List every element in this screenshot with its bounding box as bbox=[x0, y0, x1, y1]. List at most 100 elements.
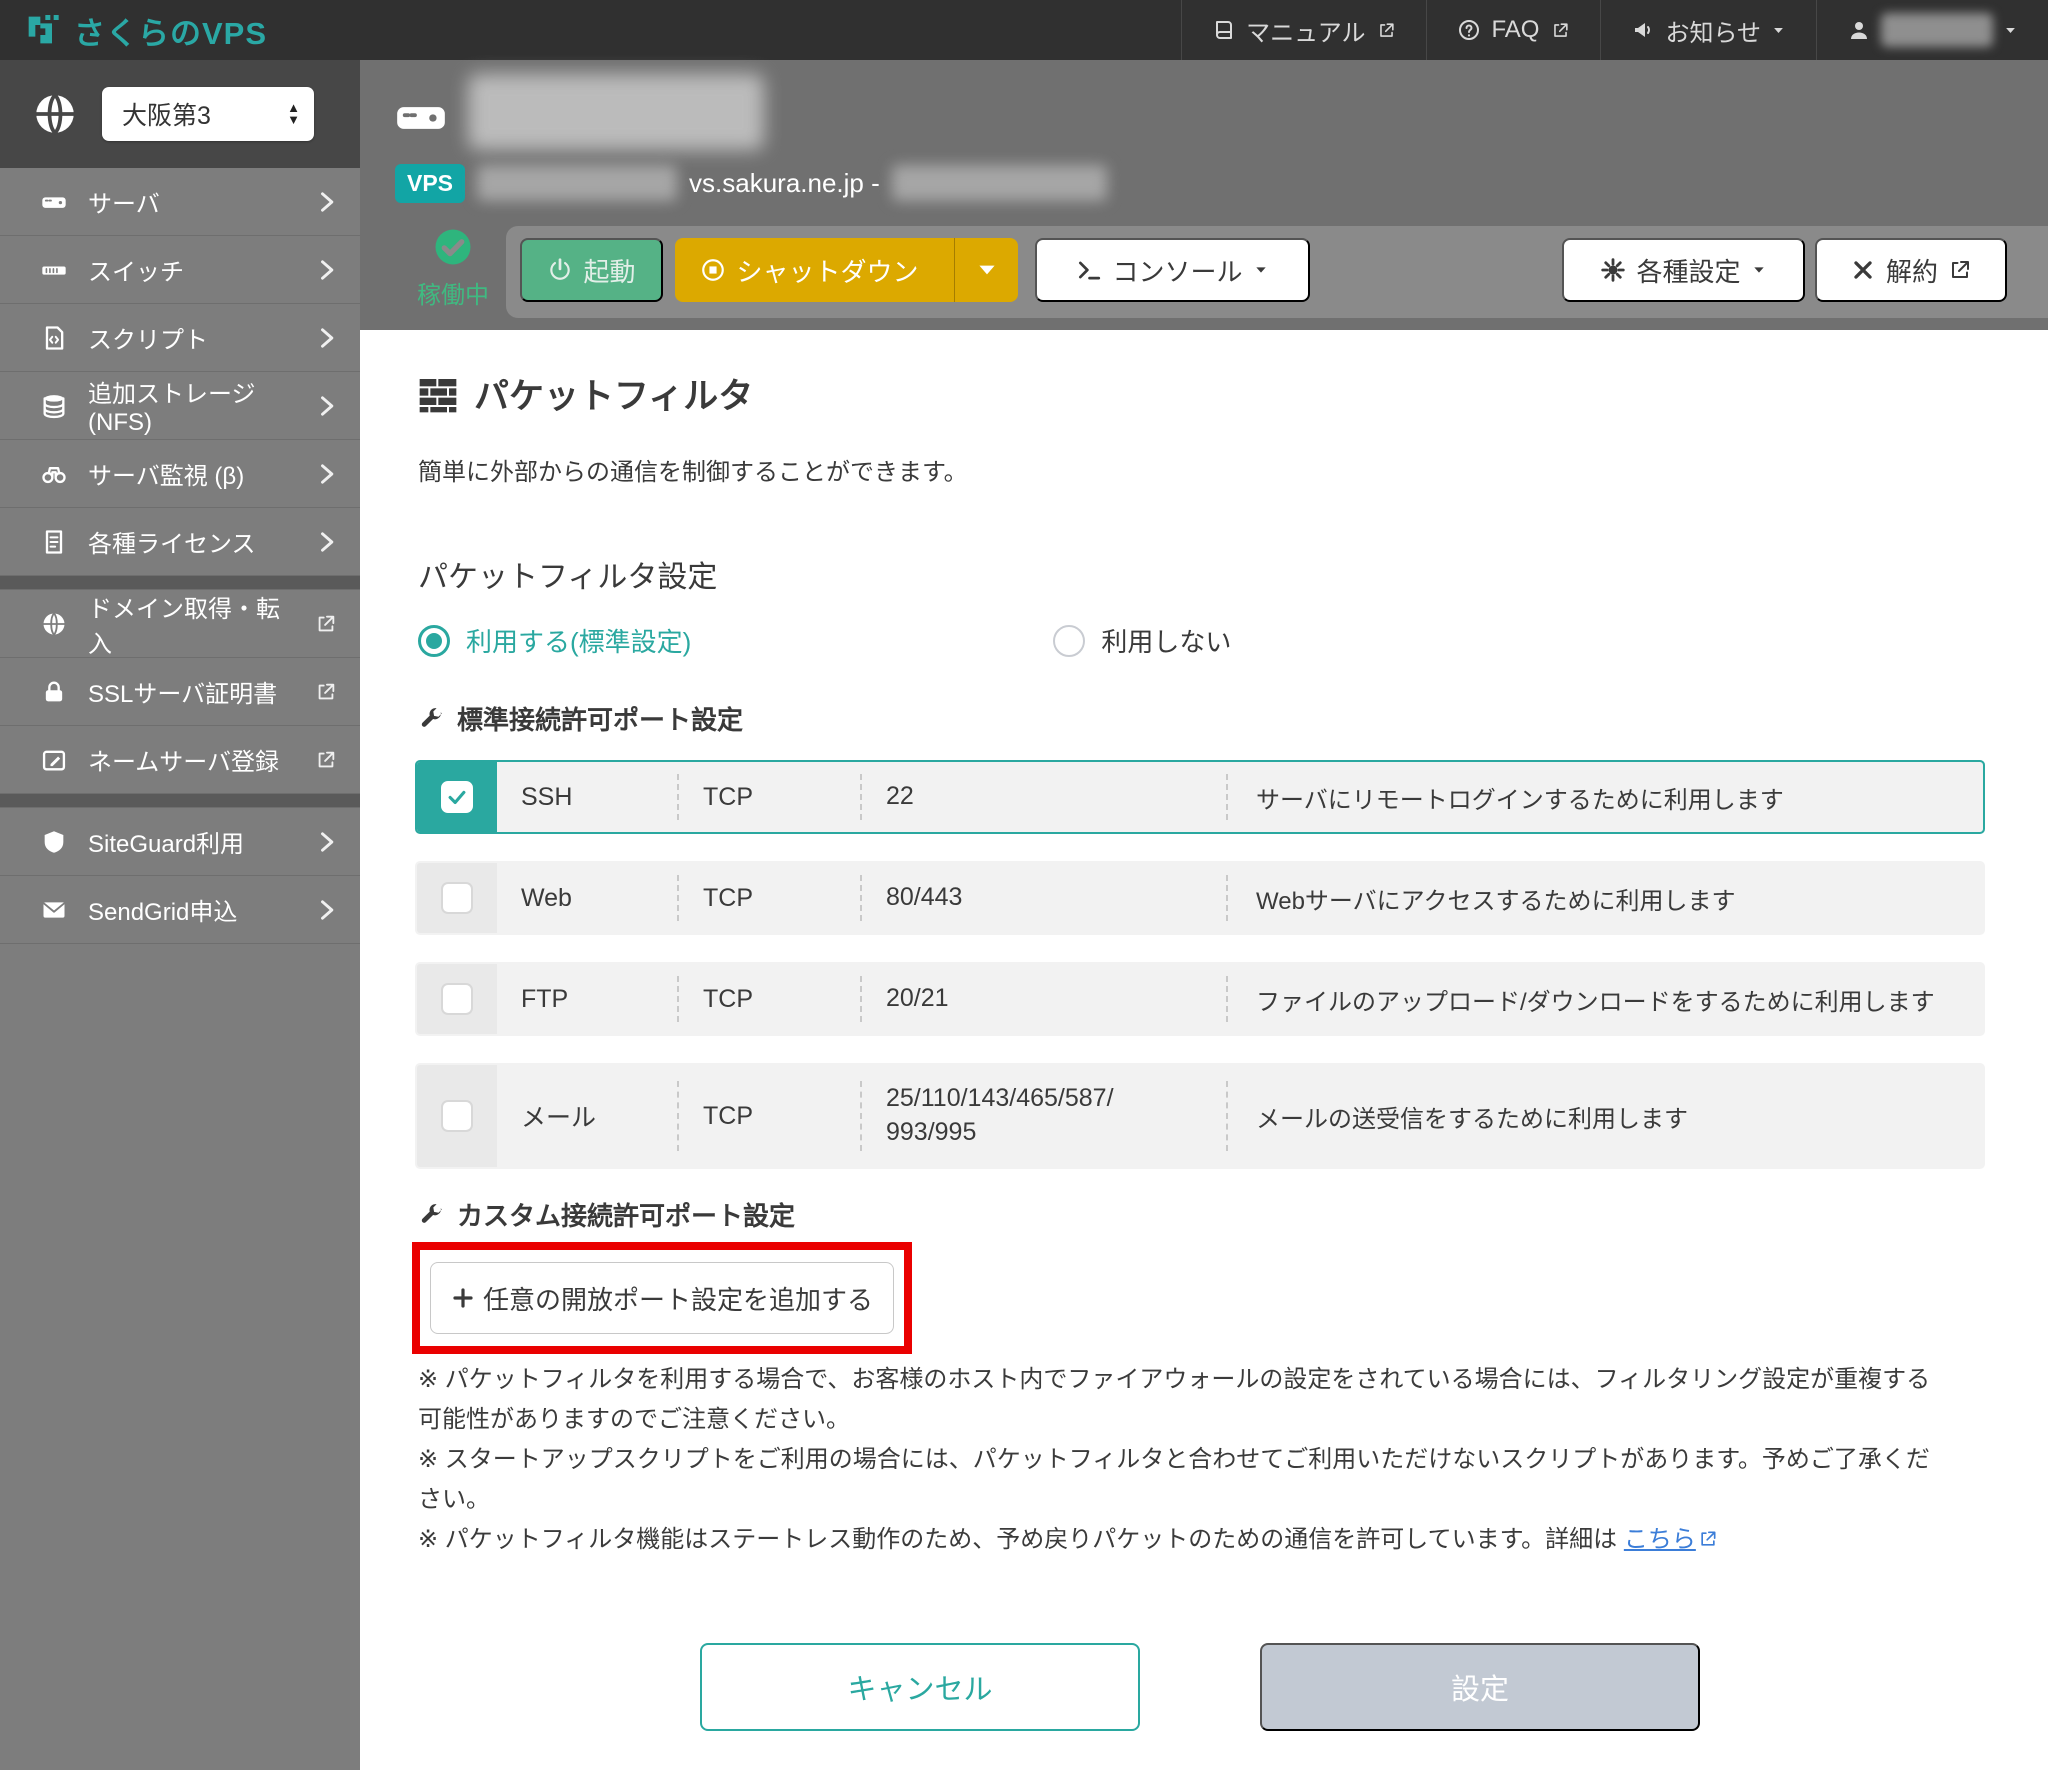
power-icon bbox=[547, 257, 573, 283]
sidebar-item-label: SSLサーバ証明書 bbox=[88, 674, 292, 709]
sidebar-item-サーバ監視 (β)[interactable]: サーバ監視 (β) bbox=[0, 440, 360, 508]
port-checkbox-cell bbox=[417, 1065, 497, 1167]
header-menu-manual[interactable]: マニュアル bbox=[1181, 0, 1426, 60]
shutdown-button-group: シャットダウン bbox=[675, 238, 1018, 302]
port-protocol: TCP bbox=[677, 964, 860, 1034]
vps-badge: VPS bbox=[395, 164, 465, 203]
server-status: 稼働中 bbox=[408, 226, 498, 310]
header-menu-label: お知らせ bbox=[1665, 13, 1761, 48]
caret-down-icon bbox=[974, 257, 1000, 283]
port-protocol: TCP bbox=[677, 1065, 860, 1167]
port-row-SSH[interactable]: SSHTCP22サーバにリモートログインするために利用します bbox=[415, 760, 1985, 834]
top-header: さくらのVPS マニュアル FAQ お知らせ bbox=[0, 0, 2048, 60]
user-icon bbox=[1847, 18, 1871, 42]
server-header-band: VPS vs.sakura.ne.jp - 稼働中 起動 シャットダウン bbox=[360, 60, 2048, 330]
sakura-vps-console: さくらのVPS マニュアル FAQ お知らせ 大阪第3 ▲▼ サーバスイッチスクリプ… bbox=[0, 0, 2048, 1770]
console-button[interactable]: コンソール bbox=[1035, 238, 1310, 302]
sidebar-item-追加ストレージ(NFS)[interactable]: 追加ストレージ(NFS) bbox=[0, 372, 360, 440]
sidebar-item-スイッチ[interactable]: スイッチ bbox=[0, 236, 360, 304]
port-name: Web bbox=[497, 863, 677, 933]
shutdown-dropdown-button[interactable] bbox=[954, 238, 1018, 302]
redacted-server-title bbox=[468, 74, 764, 150]
port-description: Webサーバにアクセスするために利用します bbox=[1226, 863, 1983, 933]
region-select[interactable]: 大阪第3 ▲▼ bbox=[102, 87, 314, 141]
port-row-メール[interactable]: メールTCP25/110/143/465/587/993/995メールの送受信を… bbox=[415, 1063, 1985, 1169]
sidebar-item-label: サーバ監視 (β) bbox=[88, 456, 292, 491]
port-checkbox[interactable] bbox=[441, 1100, 473, 1132]
sidebar-item-label: SendGrid申込 bbox=[88, 892, 292, 927]
radio-no-filter[interactable] bbox=[1053, 625, 1085, 657]
sidebar-item-SSLサーバ証明書[interactable]: SSLサーバ証明書 bbox=[0, 658, 360, 726]
port-numbers: 22 bbox=[860, 762, 1226, 832]
cancel-button[interactable]: キャンセル bbox=[700, 1643, 1140, 1731]
external-link-icon bbox=[1377, 21, 1396, 40]
footnote: ※ パケットフィルタを利用する場合で、お客様のホスト内でファイアウォールの設定を… bbox=[418, 1360, 1950, 1440]
page-description: 簡単に外部からの通信を制御することができます。 bbox=[418, 452, 968, 487]
chevron-right-icon bbox=[310, 188, 342, 216]
port-checkbox[interactable] bbox=[441, 781, 473, 813]
sidebar-item-label: 各種ライセンス bbox=[88, 524, 292, 559]
domain-icon bbox=[38, 610, 70, 638]
sidebar-item-SiteGuard利用[interactable]: SiteGuard利用 bbox=[0, 808, 360, 876]
port-checkbox[interactable] bbox=[441, 983, 473, 1015]
envelope-icon bbox=[38, 896, 70, 924]
stop-icon bbox=[700, 257, 726, 283]
plus-icon bbox=[451, 1286, 475, 1310]
chevron-right-icon bbox=[310, 324, 342, 352]
details-link[interactable]: こちら bbox=[1624, 1526, 1696, 1553]
footnotes: ※ パケットフィルタを利用する場合で、お客様のホスト内でファイアウォールの設定を… bbox=[418, 1360, 1950, 1560]
sidebar-item-サーバ[interactable]: サーバ bbox=[0, 168, 360, 236]
chevron-right-icon bbox=[310, 460, 342, 488]
script-icon bbox=[38, 324, 70, 352]
sidebar-item-スクリプト[interactable]: スクリプト bbox=[0, 304, 360, 372]
sidebar-item-ネームサーバ登録[interactable]: ネームサーバ登録 bbox=[0, 726, 360, 794]
external-link-icon bbox=[310, 613, 342, 635]
external-link-icon bbox=[1948, 258, 1972, 282]
boot-button[interactable]: 起動 bbox=[520, 238, 663, 302]
brand-text: さくらのVPS bbox=[74, 8, 267, 53]
port-protocol: TCP bbox=[677, 762, 860, 832]
footnote: ※ スタートアップスクリプトをご利用の場合には、パケットフィルタと合わせてご利用… bbox=[418, 1440, 1950, 1520]
external-link-icon bbox=[310, 681, 342, 703]
settings-button[interactable]: 各種設定 bbox=[1562, 238, 1805, 302]
cancel-contract-button[interactable]: 解約 bbox=[1815, 238, 2007, 302]
redacted-ip-address bbox=[892, 165, 1107, 201]
add-custom-port-button[interactable]: 任意の開放ポート設定を追加する bbox=[430, 1262, 894, 1334]
chevron-right-icon bbox=[310, 828, 342, 856]
header-menu-news[interactable]: お知らせ bbox=[1600, 0, 1816, 60]
terminal-icon bbox=[1076, 257, 1102, 283]
header-menu-faq[interactable]: FAQ bbox=[1426, 0, 1600, 60]
port-description: ファイルのアップロード/ダウンロードをするために利用します bbox=[1226, 964, 1983, 1034]
status-label: 稼働中 bbox=[408, 275, 498, 310]
port-numbers: 20/21 bbox=[860, 964, 1226, 1034]
book-icon bbox=[1212, 18, 1236, 42]
sidebar-item-label: SiteGuard利用 bbox=[88, 824, 292, 859]
sidebar-item-各種ライセンス[interactable]: 各種ライセンス bbox=[0, 508, 360, 576]
wrench-icon bbox=[418, 705, 445, 732]
caret-down-icon bbox=[1771, 23, 1786, 38]
server-icon bbox=[38, 188, 70, 216]
region-select-value: 大阪第3 bbox=[122, 96, 211, 132]
radio-no-filter-label[interactable]: 利用しない bbox=[1101, 622, 1231, 659]
submit-settings-button[interactable]: 設定 bbox=[1260, 1643, 1700, 1731]
header-menu-label: マニュアル bbox=[1246, 13, 1365, 48]
standard-ports-heading: 標準接続許可ポート設定 bbox=[418, 700, 743, 737]
header-menu-account[interactable] bbox=[1816, 0, 2048, 60]
port-row-Web[interactable]: WebTCP80/443Webサーバにアクセスするために利用します bbox=[415, 861, 1985, 935]
globe-icon bbox=[30, 89, 80, 139]
sidebar-item-ドメイン取得・転入[interactable]: ドメイン取得・転入 bbox=[0, 590, 360, 658]
caret-down-icon bbox=[1751, 262, 1767, 278]
port-row-FTP[interactable]: FTPTCP20/21ファイルのアップロード/ダウンロードをするために利用します bbox=[415, 962, 1985, 1036]
monitoring-icon bbox=[38, 460, 70, 488]
sidebar-item-SendGrid申込[interactable]: SendGrid申込 bbox=[0, 876, 360, 944]
shutdown-button[interactable]: シャットダウン bbox=[675, 238, 944, 302]
brand: さくらのVPS bbox=[0, 8, 267, 53]
close-icon bbox=[1850, 257, 1876, 283]
port-checkbox[interactable] bbox=[441, 882, 473, 914]
radio-use-filter-label[interactable]: 利用する(標準設定) bbox=[466, 622, 691, 659]
port-name: メール bbox=[497, 1065, 677, 1167]
port-numbers: 80/443 bbox=[860, 863, 1226, 933]
packet-filter-page: パケットフィルタ 簡単に外部からの通信を制御することができます。 パケットフィル… bbox=[360, 330, 2048, 1770]
sidebar-item-label: スクリプト bbox=[88, 320, 292, 355]
radio-use-filter[interactable] bbox=[418, 625, 450, 657]
